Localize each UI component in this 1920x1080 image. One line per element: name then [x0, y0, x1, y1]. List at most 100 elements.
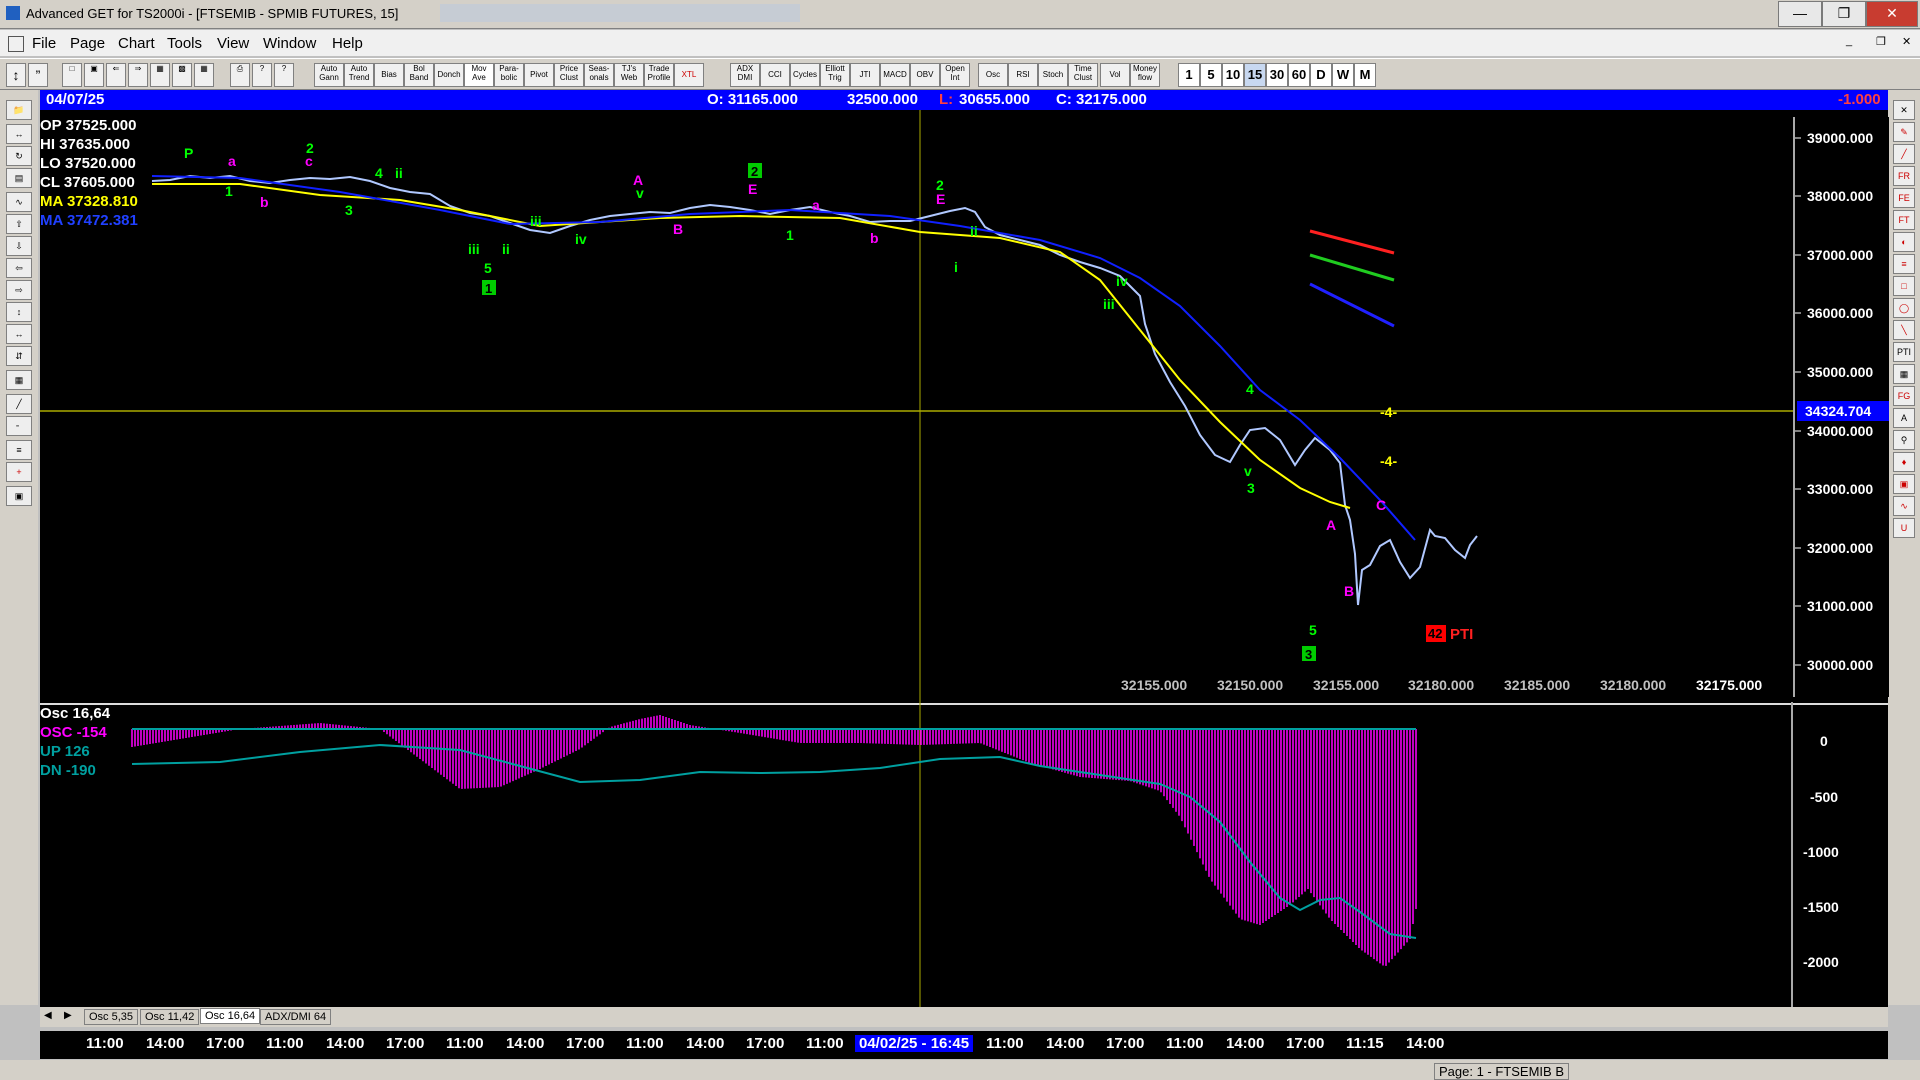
new-page-icon[interactable]: □ — [62, 63, 82, 87]
osc-button[interactable]: Osc — [978, 63, 1008, 87]
parabolic-button[interactable]: Para-bolic — [494, 63, 524, 87]
eraser-icon[interactable]: ▣ — [1893, 474, 1915, 494]
tab-adx-dmi-64[interactable]: ADX/DMI 64 — [260, 1009, 332, 1025]
print-icon[interactable]: ⎙ — [230, 63, 250, 87]
fib-icon[interactable]: ≡ — [6, 440, 32, 460]
vol-button[interactable]: Vol — [1100, 63, 1130, 87]
fib-grid-icon[interactable]: FG — [1893, 386, 1915, 406]
price-chart[interactable]: P a 1 b 2 c 3 4 ii iii 5 ii iii iv A v B… — [40, 110, 1888, 702]
timeframe-5[interactable]: 5 — [1200, 63, 1222, 87]
fib-time-icon[interactable]: FT — [1893, 210, 1915, 230]
maximize-button[interactable]: ❐ — [1822, 1, 1866, 27]
menu-window[interactable]: Window — [263, 35, 316, 52]
menu-file[interactable]: File — [32, 35, 56, 52]
grid-toggle-icon[interactable]: ▦ — [6, 370, 32, 390]
timeframe-1[interactable]: 1 — [1178, 63, 1200, 87]
elliott-icon[interactable]: ∿ — [6, 192, 32, 212]
expand-icon[interactable]: ↕ — [6, 302, 32, 322]
tile-icon[interactable]: ▦ — [150, 63, 170, 87]
adx-dmi-button[interactable]: ADX DMI — [730, 63, 760, 87]
bias-button[interactable]: Bias — [374, 63, 404, 87]
menu-view[interactable]: View — [217, 35, 249, 52]
timeframe-10[interactable]: 10 — [1222, 63, 1244, 87]
grid-tool-icon[interactable]: ▦ — [1893, 364, 1915, 384]
cycles-button[interactable]: Cycles — [790, 63, 820, 87]
gann-icon[interactable]: ╴ — [6, 416, 32, 436]
macd-button[interactable]: MACD — [880, 63, 910, 87]
close-tool-icon[interactable]: ✕ — [1893, 100, 1915, 120]
text-tool-icon[interactable]: A — [1893, 408, 1915, 428]
jti-button[interactable]: JTI — [850, 63, 880, 87]
cci-button[interactable]: CCI — [760, 63, 790, 87]
pivot-button[interactable]: Pivot — [524, 63, 554, 87]
grid-icon[interactable]: ▦ — [194, 63, 214, 87]
tab-scroll-left-icon[interactable]: ◀ — [44, 1010, 52, 1021]
tab-osc-11-42[interactable]: Osc 11,42 — [140, 1009, 200, 1025]
magnifier-icon[interactable]: ⚲ — [1893, 430, 1915, 450]
fib-ext-icon[interactable]: FE — [1893, 188, 1915, 208]
zoom-icon[interactable]: ↔ — [6, 124, 32, 144]
time-clust-button[interactable]: Time Clust — [1068, 63, 1098, 87]
stoch-button[interactable]: Stoch — [1038, 63, 1068, 87]
scale-icon[interactable]: ⇵ — [6, 346, 32, 366]
folder-icon[interactable]: 📁 — [6, 100, 32, 120]
cascade-icon[interactable]: ▩ — [172, 63, 192, 87]
rsi-button[interactable]: RSI — [1008, 63, 1038, 87]
pencil-icon[interactable]: ✎ — [1893, 122, 1915, 142]
mdi-minimize-icon[interactable]: _ — [1846, 35, 1852, 47]
mov-ave-button[interactable]: Mov Ave — [464, 63, 494, 87]
time-axis[interactable]: 11:00 14:00 17:00 11:00 14:00 17:00 11:00 14:00… — [40, 1031, 1888, 1059]
obv-button[interactable]: OBV — [910, 63, 940, 87]
trend-icon[interactable]: ╲ — [1893, 320, 1915, 340]
tab-scroll-right-icon[interactable]: ▶ — [64, 1010, 72, 1021]
copy-page-icon[interactable]: ▣ — [84, 63, 104, 87]
gann-fan-icon[interactable]: ◐ — [1893, 232, 1915, 252]
arrow-right-icon[interactable]: ⇨ — [6, 280, 32, 300]
tab-osc-5-35[interactable]: Osc 5,35 — [84, 1009, 139, 1025]
arrow-up-icon[interactable]: ⇧ — [6, 214, 32, 234]
mdi-close-icon[interactable]: ✕ — [1902, 35, 1911, 48]
auto-gann-button[interactable]: Auto Gann — [314, 63, 344, 87]
open-int-button[interactable]: Open Int — [940, 63, 970, 87]
rectangle-icon[interactable]: □ — [1893, 276, 1915, 296]
channel-icon[interactable]: ≡ — [1893, 254, 1915, 274]
fib-ret-icon[interactable]: FR — [1893, 166, 1915, 186]
timeframe-15[interactable]: 15 — [1244, 63, 1266, 87]
price-clust-button[interactable]: Price Clust — [554, 63, 584, 87]
close-button[interactable]: ✕ — [1866, 1, 1918, 27]
elliott-trig-button[interactable]: Elliott Trig — [820, 63, 850, 87]
help-icon[interactable]: ? — [252, 63, 272, 87]
ellipse-icon[interactable]: ◯ — [1893, 298, 1915, 318]
tjs-web-button[interactable]: TJ's Web — [614, 63, 644, 87]
auto-trend-button[interactable]: Auto Trend — [344, 63, 374, 87]
marker-icon[interactable]: ♦ — [1893, 452, 1915, 472]
menu-page[interactable]: Page — [70, 35, 105, 52]
line-tool-icon[interactable]: ╱ — [1893, 144, 1915, 164]
toolbox-icon[interactable]: ▣ — [6, 486, 32, 506]
timeframe-30[interactable]: 30 — [1266, 63, 1288, 87]
timeframe-w[interactable]: W — [1332, 63, 1354, 87]
timeframe-m[interactable]: M — [1354, 63, 1376, 87]
seasonals-button[interactable]: Seas-onals — [584, 63, 614, 87]
study-icon[interactable]: ▤ — [6, 168, 32, 188]
price-scale[interactable]: 39000.000 38000.000 37000.000 36000.000 … — [1793, 117, 1889, 697]
minimize-button[interactable]: — — [1778, 1, 1822, 27]
tab-osc-16-64[interactable]: Osc 16,64 — [200, 1008, 261, 1024]
donch-button[interactable]: Donch — [434, 63, 464, 87]
xtl-button[interactable]: XTL — [674, 63, 704, 87]
menu-help[interactable]: Help — [332, 35, 363, 52]
quote-icon[interactable]: ” — [28, 63, 48, 87]
menu-chart[interactable]: Chart — [118, 35, 155, 52]
menu-tools[interactable]: Tools — [167, 35, 202, 52]
cursor-icon[interactable]: ↕ — [6, 63, 26, 87]
lines-icon[interactable]: ╱ — [6, 394, 32, 414]
money-flow-button[interactable]: Money flow — [1130, 63, 1160, 87]
timeframe-60[interactable]: 60 — [1288, 63, 1310, 87]
pti-tool-icon[interactable]: PTI — [1893, 342, 1915, 362]
arrow-down-icon[interactable]: ⇩ — [6, 236, 32, 256]
timeframe-d[interactable]: D — [1310, 63, 1332, 87]
bol-band-button[interactable]: Bol Band — [404, 63, 434, 87]
context-help-icon[interactable]: ? — [274, 63, 294, 87]
forward-icon[interactable]: ⇒ — [128, 63, 148, 87]
oscillator-pane[interactable]: 0 -500 -1000 -1500 -2000 Osc 16,64 OSC -… — [40, 702, 1888, 1007]
